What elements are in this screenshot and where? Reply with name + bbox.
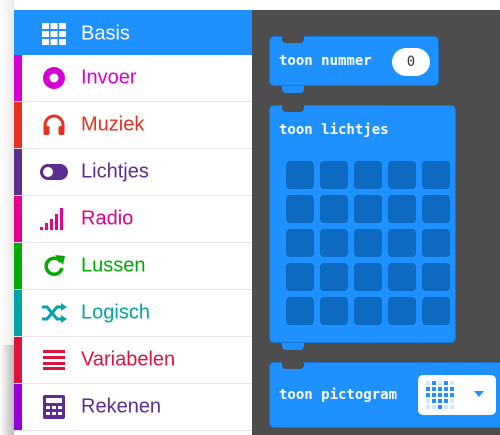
category-color-stripe <box>14 55 22 101</box>
category-logisch[interactable]: Logisch <box>14 290 252 337</box>
block-notch <box>282 86 304 93</box>
category-label: Lichtjes <box>81 160 149 183</box>
led-cell[interactable] <box>422 297 450 325</box>
show-icon-block[interactable]: toon pictogram <box>269 362 500 428</box>
grid-icon <box>40 21 68 47</box>
category-color-stripe <box>14 337 22 383</box>
led-cell[interactable] <box>320 195 348 223</box>
led-cell[interactable] <box>388 263 416 291</box>
led-cell[interactable] <box>286 263 314 291</box>
block-notch <box>282 36 304 43</box>
signal-bars-icon <box>40 206 68 232</box>
show-leds-block[interactable]: toon lichtjes <box>269 105 456 350</box>
toggle-icon <box>40 159 68 185</box>
led-cell[interactable] <box>354 161 382 189</box>
led-cell[interactable] <box>286 195 314 223</box>
calculator-icon <box>40 394 68 420</box>
led-cell[interactable] <box>388 195 416 223</box>
led-cell[interactable] <box>388 297 416 325</box>
category-label: Lussen <box>81 254 146 277</box>
led-cell[interactable] <box>354 229 382 257</box>
block-label: toon nummer <box>279 53 372 69</box>
led-cell[interactable] <box>320 297 348 325</box>
headphones-icon <box>40 112 68 138</box>
category-label: Muziek <box>81 113 145 136</box>
category-label: Rekenen <box>81 395 162 418</box>
show-number-block[interactable]: toon nummer 0 <box>269 36 439 93</box>
block-label: toon pictogram <box>279 387 398 403</box>
led-cell[interactable] <box>286 229 314 257</box>
led-cell[interactable] <box>354 263 382 291</box>
category-lussen[interactable]: Lussen <box>14 243 252 290</box>
led-matrix[interactable] <box>286 161 450 325</box>
category-invoer[interactable]: Invoer <box>14 55 252 102</box>
icon-dropdown[interactable] <box>418 375 496 415</box>
category-label: Basis <box>81 22 130 45</box>
block-notch <box>282 105 304 112</box>
led-cell[interactable] <box>354 195 382 223</box>
category-basis[interactable]: Basis <box>14 10 252 58</box>
toolbox: Basis Invoer Muziek Lichtjes Radio Lusse… <box>0 0 252 435</box>
workspace-top-edge <box>252 0 500 10</box>
heart-icon <box>426 381 484 409</box>
led-cell[interactable] <box>320 263 348 291</box>
number-input[interactable]: 0 <box>392 48 430 76</box>
category-radio[interactable]: Radio <box>14 196 252 243</box>
category-color-stripe <box>14 196 22 242</box>
led-cell[interactable] <box>422 161 450 189</box>
category-label: Invoer <box>81 66 137 89</box>
led-cell[interactable] <box>320 161 348 189</box>
block-notch <box>282 362 304 369</box>
led-cell[interactable] <box>422 263 450 291</box>
led-cell[interactable] <box>320 229 348 257</box>
led-cell[interactable] <box>286 161 314 189</box>
toolbox-edge-shadow <box>0 345 14 435</box>
category-rekenen[interactable]: Rekenen <box>14 384 252 431</box>
category-label: Radio <box>81 207 134 230</box>
blocks-workspace[interactable]: toon nummer 0 toon lichtjes toon pictogr… <box>252 0 500 435</box>
led-cell[interactable] <box>388 161 416 189</box>
category-color-stripe <box>14 243 22 289</box>
category-label: Logisch <box>81 301 150 324</box>
category-color-stripe <box>14 384 22 430</box>
led-cell[interactable] <box>422 195 450 223</box>
block-label: toon lichtjes <box>279 122 389 138</box>
category-color-stripe <box>14 149 22 195</box>
refresh-icon <box>40 253 68 279</box>
category-variabelen[interactable]: Variabelen <box>14 337 252 384</box>
led-cell[interactable] <box>388 229 416 257</box>
led-cell[interactable] <box>354 297 382 325</box>
block-notch <box>282 343 304 350</box>
category-color-stripe <box>14 290 22 336</box>
led-cell[interactable] <box>286 297 314 325</box>
shuffle-icon <box>40 300 68 326</box>
category-color-stripe <box>14 102 22 148</box>
led-cell[interactable] <box>422 229 450 257</box>
chevron-down-icon <box>474 391 484 397</box>
list-icon <box>40 347 68 373</box>
category-lichtjes[interactable]: Lichtjes <box>14 149 252 196</box>
category-label: Variabelen <box>81 348 176 371</box>
circle-dot-icon <box>40 65 68 91</box>
category-muziek[interactable]: Muziek <box>14 102 252 149</box>
